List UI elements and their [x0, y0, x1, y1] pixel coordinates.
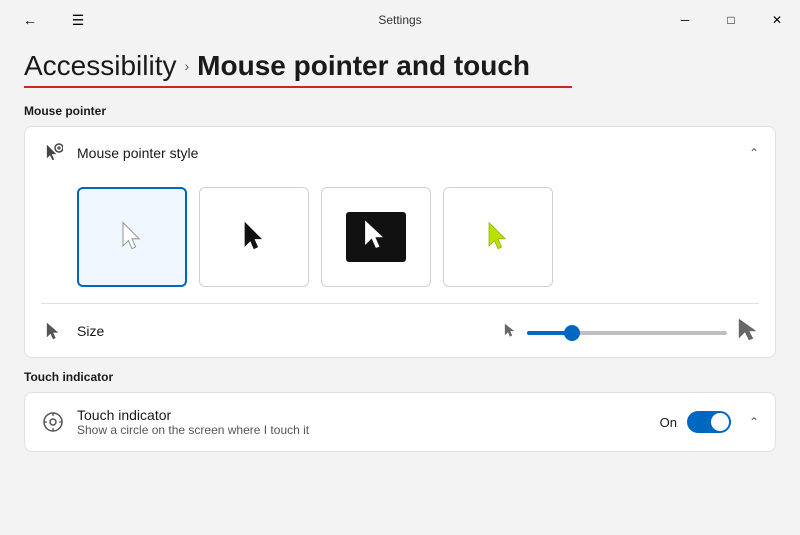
- breadcrumb-current: Mouse pointer and touch: [197, 50, 530, 82]
- back-button[interactable]: ←: [12, 2, 48, 38]
- touch-icon: [41, 410, 65, 434]
- touch-indicator-row: Touch indicator Show a circle on the scr…: [25, 393, 775, 451]
- pointer-option-black[interactable]: [199, 187, 309, 287]
- touch-status-label: On: [660, 415, 677, 430]
- window-controls: ─ □ ✕: [662, 0, 800, 40]
- title-bar: ← ☰ Settings ─ □ ✕: [0, 0, 800, 40]
- toggle-thumb: [711, 413, 729, 431]
- pointer-option-custom[interactable]: [443, 187, 553, 287]
- close-button[interactable]: ✕: [754, 0, 800, 40]
- pointer-style-label: Mouse pointer style: [77, 145, 749, 161]
- size-cursor-icon: [41, 319, 65, 343]
- minimize-button[interactable]: ─: [662, 0, 708, 40]
- breadcrumb-underline: [24, 86, 572, 88]
- pointer-option-inverted[interactable]: [321, 187, 431, 287]
- cursor-icon: [41, 141, 65, 165]
- touch-indicator-subtitle: Show a circle on the screen where I touc…: [77, 423, 660, 437]
- slider-small-cursor-icon: [503, 323, 517, 339]
- pointer-options-container: [25, 179, 775, 303]
- size-slider-container: [527, 322, 727, 340]
- pointer-style-chevron: ⌃: [749, 146, 759, 160]
- size-slider[interactable]: [527, 331, 727, 335]
- pointer-option-white[interactable]: [77, 187, 187, 287]
- touch-toggle[interactable]: [687, 411, 731, 433]
- touch-expand-chevron[interactable]: ⌃: [749, 415, 759, 429]
- touch-indicator-card: Touch indicator Show a circle on the scr…: [24, 392, 776, 452]
- touch-controls: On ⌃: [660, 411, 759, 433]
- slider-large-cursor-icon: [737, 318, 759, 343]
- maximize-button[interactable]: □: [708, 0, 754, 40]
- mouse-pointer-style-card: Mouse pointer style ⌃: [24, 126, 776, 358]
- inverted-bg: [346, 212, 406, 262]
- breadcrumb-chevron: ›: [184, 58, 189, 74]
- touch-indicator-title: Touch indicator: [77, 407, 660, 423]
- pointer-style-expand-row[interactable]: Mouse pointer style ⌃: [25, 127, 775, 179]
- touch-text: Touch indicator Show a circle on the scr…: [77, 407, 660, 437]
- breadcrumb-parent[interactable]: Accessibility: [24, 50, 176, 82]
- section-mouse-pointer-label: Mouse pointer: [24, 104, 776, 118]
- size-label: Size: [77, 323, 503, 339]
- slider-area: [503, 318, 759, 343]
- menu-button[interactable]: ☰: [60, 2, 96, 38]
- main-content: Accessibility › Mouse pointer and touch …: [0, 40, 800, 468]
- breadcrumb: Accessibility › Mouse pointer and touch: [24, 50, 776, 82]
- section-touch-indicator-label: Touch indicator: [24, 370, 776, 384]
- size-row: Size: [25, 304, 775, 357]
- window-title: Settings: [378, 13, 421, 27]
